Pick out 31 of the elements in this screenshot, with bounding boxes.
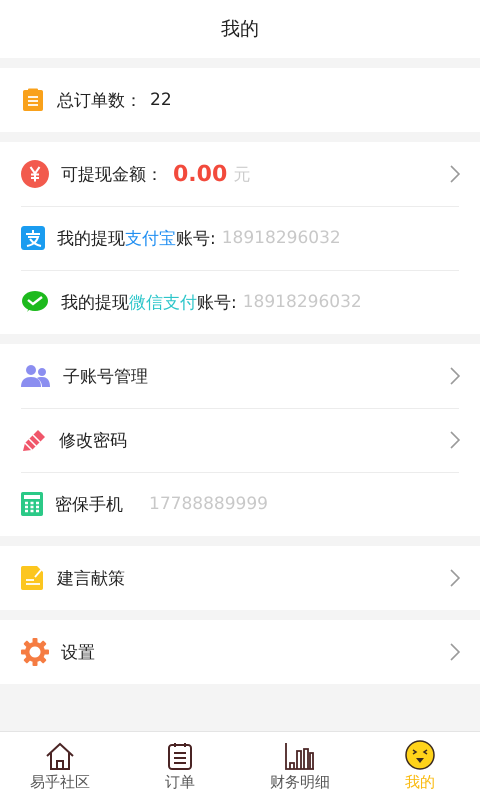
tab[interactable]: 财务明细 <box>240 732 360 800</box>
home-icon <box>45 740 75 770</box>
chevron-right-icon <box>450 569 460 587</box>
item-label: 建言献策 <box>57 568 125 590</box>
smiley-icon <box>405 740 435 770</box>
calculator-icon <box>21 492 43 516</box>
chevron-right-icon <box>450 367 460 385</box>
item-label: 修改密码 <box>59 430 127 452</box>
item-label: 总订单数： <box>57 90 142 112</box>
tab[interactable]: 易乎社区 <box>0 732 120 800</box>
clipboard-icon <box>21 88 45 112</box>
item-label: 子账号管理 <box>63 366 148 388</box>
chevron-right-icon <box>450 643 460 661</box>
item-label: 我的提现微信支付账号: <box>61 292 237 314</box>
count-value: 22 <box>150 90 172 110</box>
clipboard-icon <box>167 740 193 770</box>
item-label: 可提现金额： <box>61 164 163 186</box>
people-icon <box>21 364 51 388</box>
tab[interactable]: 订单 <box>120 732 240 800</box>
amount-value: 0.00 <box>173 162 228 186</box>
item-label: 我的提现支付宝账号: <box>57 228 216 250</box>
chevron-right-icon <box>450 165 460 183</box>
item-label: 设置 <box>61 642 95 664</box>
yen-icon <box>21 160 49 188</box>
page-title: 我的 <box>221 17 259 42</box>
chat-check-icon <box>21 290 49 314</box>
item-label: 密保手机 <box>55 494 123 516</box>
bar-chart-icon <box>285 740 315 770</box>
chevron-right-icon <box>450 431 460 449</box>
pencil-icon <box>21 427 47 453</box>
note-icon <box>21 565 45 591</box>
